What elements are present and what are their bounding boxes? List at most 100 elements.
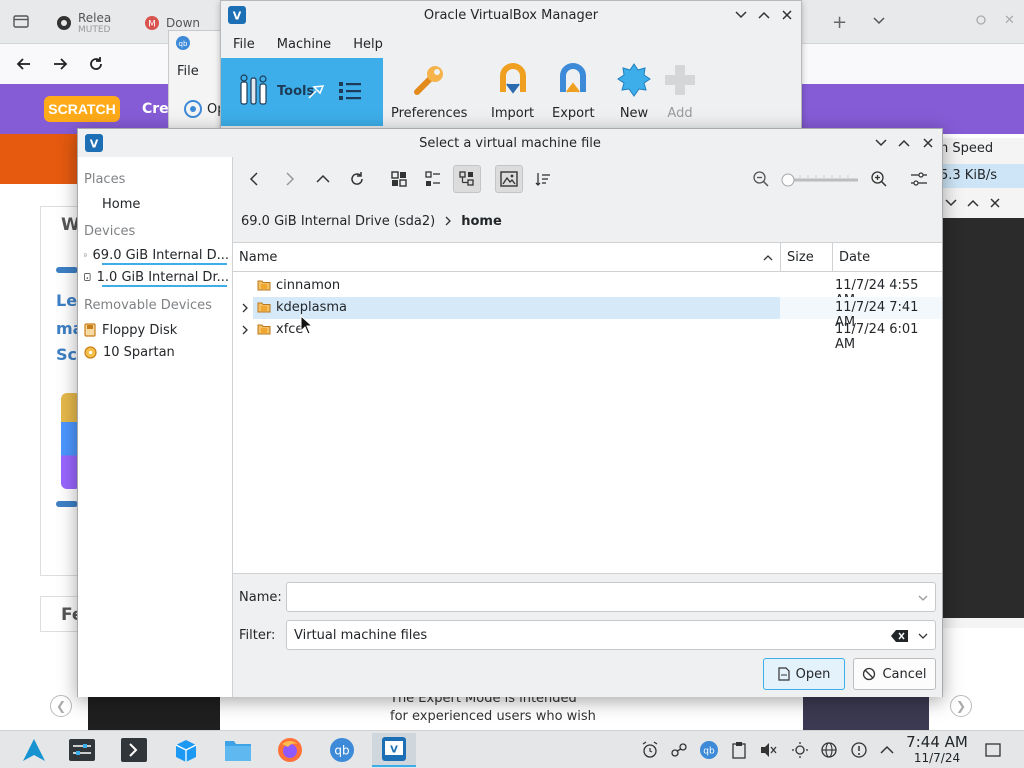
sort-ascending-icon [763,255,773,261]
chevron-down-icon[interactable] [872,14,886,28]
digital-clock[interactable]: 7:44 AM 11/7/24 [900,733,974,765]
sort-icon[interactable] [529,165,557,193]
column-date[interactable]: Date [833,243,942,272]
places-heading: Places [84,172,126,187]
preview-icon[interactable] [495,165,523,193]
new-button[interactable]: New [616,62,652,121]
filename-input[interactable] [286,582,936,612]
forward-icon[interactable] [275,165,303,193]
export-icon [560,63,587,93]
system-settings-icon[interactable] [60,733,104,767]
menu-machine[interactable]: Machine [269,37,339,52]
breadcrumb-current[interactable]: home [461,214,502,229]
sidebar-item-spartan[interactable]: 10 Spartan [84,342,229,362]
menu-help[interactable]: Help [345,37,391,52]
maximize-chevron-icon[interactable] [896,135,912,151]
qbit-menu-file[interactable]: File [177,64,199,79]
tree-view-icon[interactable] [453,165,481,193]
cancel-button[interactable]: Cancel [853,658,936,690]
column-size[interactable]: Size [781,243,833,272]
reload-icon[interactable] [343,165,371,193]
list-view-icon[interactable] [337,78,363,104]
forward-icon[interactable] [50,54,70,74]
clear-text-icon[interactable] [891,629,909,643]
sidebar-item-floppy[interactable]: Floppy Disk [84,320,229,340]
maximize-icon[interactable] [975,14,987,26]
column-name[interactable]: Name [233,243,781,272]
chevron-up-icon[interactable] [877,740,897,760]
firefox-icon[interactable] [268,733,312,767]
sidebar-item-home[interactable]: Home [84,194,229,214]
close-icon[interactable]: ✕ [1004,13,1015,28]
sidebar-item-label: Home [102,196,141,212]
chevron-up-icon[interactable] [966,196,980,210]
qbittorrent-tray-icon[interactable]: qb [699,740,719,760]
tab-title: Relea [78,11,112,25]
expand-chevron-icon[interactable] [240,302,250,314]
sidebar-item-internal-drive-1[interactable]: 1.0 GiB Internal Dr... [84,267,229,287]
maximize-chevron-icon[interactable] [756,7,772,23]
options-menu-icon[interactable] [905,165,933,193]
compact-view-icon[interactable] [419,165,447,193]
export-button[interactable]: Export [552,62,595,121]
terminal-icon[interactable] [112,733,156,767]
package-manager-icon[interactable] [164,733,208,767]
breadcrumb: 69.0 GiB Internal Drive (sda2) home [241,211,502,231]
add-button[interactable]: Add [662,62,698,121]
sidebar-item-internal-drive-69[interactable]: 69.0 GiB Internal D... [84,245,229,265]
scratch-logo[interactable]: SCRATCH [44,96,120,122]
back-icon[interactable] [241,165,269,193]
scroll-right-icon[interactable]: ❯ [950,695,972,717]
show-desktop-icon[interactable] [983,740,1003,760]
qbittorrent-taskbar-icon[interactable]: qb [320,733,364,767]
night-color-icon[interactable] [790,740,810,760]
file-row-kdeplasma[interactable]: kdeplasma 11/7/24 7:41 AM [233,297,942,330]
zoom-in-icon[interactable] [865,165,893,193]
new-tab-icon[interactable]: + [832,12,847,33]
chevron-down-icon[interactable] [917,631,929,641]
clipboard-icon[interactable] [729,740,749,760]
close-icon[interactable] [920,135,936,151]
file-row-cinnamon[interactable]: cinnamon 11/7/24 4:55 AM [233,275,942,308]
virtualbox-taskbar-icon[interactable]: V [372,733,416,767]
preferences-button[interactable]: Preferences [391,62,467,121]
zoom-out-icon[interactable] [747,165,775,193]
reload-icon[interactable] [86,54,106,74]
speed-column-header: n Speed [940,141,994,156]
file-manager-icon[interactable] [216,733,260,767]
open-button[interactable]: Open [763,658,845,690]
open-label: Open [795,666,831,682]
volume-muted-icon[interactable] [758,740,778,760]
filter-combobox[interactable]: Virtual machine files [286,620,936,650]
file-row-xfce[interactable]: xfce 11/7/24 6:01 AM [233,319,942,352]
new-star-icon [617,63,651,97]
expand-chevron-icon[interactable] [240,324,250,336]
updates-icon[interactable] [849,740,869,760]
import-button[interactable]: Import [491,62,534,121]
minimize-chevron-icon[interactable] [873,135,889,151]
minimize-chevron-icon[interactable] [733,7,749,23]
breadcrumb-drive[interactable]: 69.0 GiB Internal Drive (sda2) [241,214,435,229]
back-icon[interactable] [14,54,34,74]
vbox-title: Oracle VirtualBox Manager [423,8,599,23]
browser-tab-release[interactable]: Relea MUTED [56,6,111,40]
parent-folder-icon[interactable] [309,165,337,193]
import-icon [499,63,526,94]
menu-file[interactable]: File [225,37,263,52]
close-icon[interactable] [779,7,795,23]
zoom-slider[interactable] [780,173,860,187]
alarm-clock-icon[interactable] [640,740,660,760]
chevron-down-icon[interactable] [944,196,958,210]
file-date: 11/7/24 6:01 AM [835,322,919,352]
close-icon[interactable] [988,196,1002,210]
icons-view-icon[interactable] [385,165,413,193]
chevron-down-icon[interactable] [917,593,929,603]
create-link[interactable]: Cre [142,101,169,117]
network-icon[interactable] [819,740,839,760]
column-label: Name [239,250,278,265]
kde-connect-icon[interactable] [669,740,689,760]
tools-button[interactable]: Tools [221,58,383,126]
scroll-left-icon[interactable]: ❮ [50,695,72,717]
tab-list-icon[interactable] [12,12,30,30]
application-launcher-icon[interactable] [12,733,56,767]
